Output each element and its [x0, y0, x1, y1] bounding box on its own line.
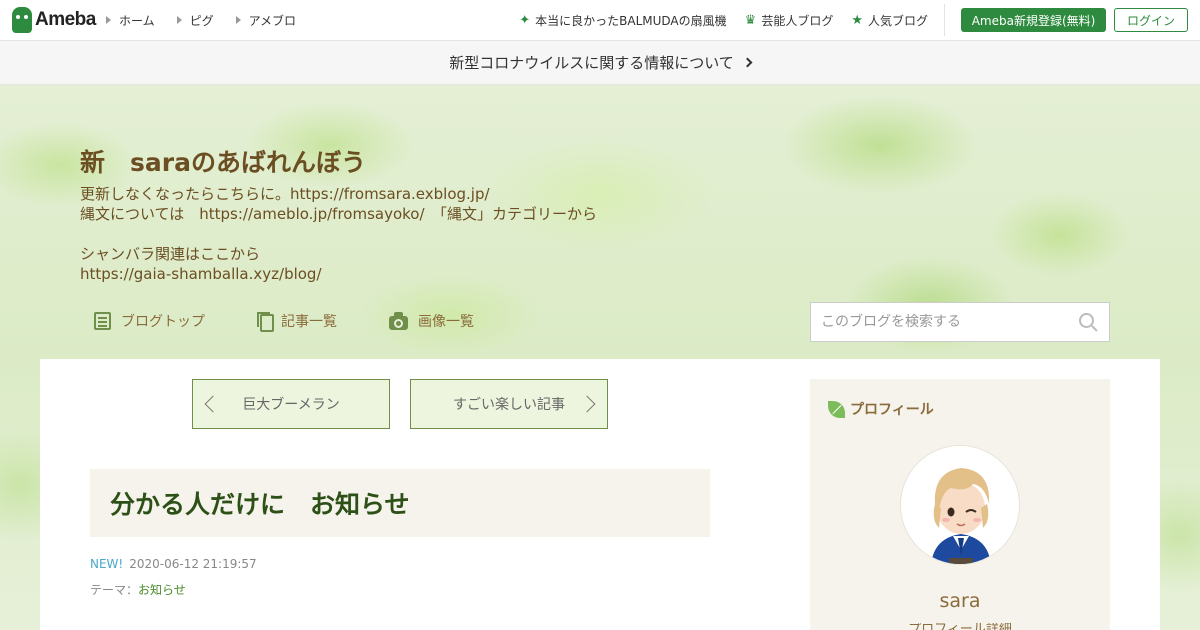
profile-widget: プロフィール sara プロフィール詳細 [810, 379, 1110, 630]
new-badge: NEW! [90, 557, 124, 571]
article-date: 2020-06-12 21:19:57 [129, 557, 257, 571]
blog-nav-label: 記事一覧 [281, 314, 337, 330]
chevron-right-icon [578, 395, 596, 413]
camera-icon [389, 311, 408, 330]
nav-item-label: ピグ [189, 13, 214, 28]
nav-item-label: ホーム [119, 13, 155, 28]
profile-name[interactable]: sara [810, 590, 1110, 612]
logo-text: Ameba [35, 9, 96, 30]
avatar-illustration [901, 446, 1019, 564]
document-icon [94, 312, 111, 330]
link-label: 人気ブログ [867, 13, 928, 28]
copy-icon [257, 312, 274, 332]
nav-item-home[interactable]: ホーム [106, 12, 155, 29]
header-right-links: ✦ 本当に良かったBALMUDAの扇風機 ♛ 芸能人ブログ ★ 人気ブログ [519, 0, 928, 40]
next-article-label: すごい楽しい記事 [453, 397, 565, 413]
nav-item-ameblo[interactable]: アメブロ [235, 12, 297, 29]
login-button[interactable]: ログイン [1114, 8, 1188, 32]
blog-title[interactable]: 新 saraのあばれんぼう [80, 143, 366, 179]
blog-description: 更新しなくなったらこちらに。https://fromsara.exblog.jp… [80, 185, 598, 283]
triangle-right-icon [106, 16, 111, 24]
top-bar: Ameba ホーム ピグ アメブロ ✦ 本当に良かったBALMUDAの扇風機 ♛ 芸… [0, 0, 1200, 41]
next-article-button[interactable]: すごい楽しい記事 [410, 379, 608, 429]
blog-nav-entries[interactable]: 記事一覧 [257, 311, 337, 332]
blog-nav-images[interactable]: 画像一覧 [389, 311, 474, 331]
link-label: 本当に良かったBALMUDAの扇風機 [535, 13, 727, 28]
triangle-right-icon [235, 16, 241, 24]
theme-prefix: テーマ： [90, 583, 139, 597]
ameba-logo-icon [12, 7, 32, 33]
article-header: 分かる人だけに お知らせ [90, 469, 710, 537]
article-meta: NEW! 2020-06-12 21:19:57 [90, 557, 257, 571]
link-popular-blogs[interactable]: ★ 人気ブログ [851, 12, 928, 29]
sparkle-icon: ✦ [519, 12, 531, 28]
article-title[interactable]: 分かる人だけに お知らせ [110, 485, 410, 521]
nav-item-pigg[interactable]: ピグ [176, 12, 214, 29]
prev-article-button[interactable]: 巨大ブーメラン [192, 379, 390, 429]
search-icon[interactable] [1075, 309, 1101, 335]
notice-text: 新型コロナウイルスに関する情報について [449, 54, 734, 72]
blog-nav-label: ブログトップ [121, 314, 205, 330]
blog-search-input[interactable] [811, 303, 1075, 341]
blog-nav-top[interactable]: ブログトップ [94, 311, 205, 331]
profile-heading-text: プロフィール [850, 402, 934, 418]
blog-search [810, 302, 1110, 342]
blog-nav-label: 画像一覧 [418, 314, 474, 330]
triangle-right-icon [176, 16, 182, 24]
main-content: 巨大ブーメラン すごい楽しい記事 分かる人だけに お知らせ NEW! 2020-… [40, 359, 1160, 630]
ameba-logo[interactable]: Ameba [12, 7, 96, 33]
global-nav: ホーム ピグ アメブロ [106, 0, 296, 40]
profile-detail-link[interactable]: プロフィール詳細 [810, 623, 1110, 630]
leaf-icon [828, 400, 845, 418]
covid-notice-link[interactable]: 新型コロナウイルスに関する情報について [0, 41, 1200, 85]
chevron-left-icon [204, 395, 222, 413]
chevron-right-icon [742, 57, 753, 68]
blog-nav: ブログトップ 記事一覧 画像一覧 [94, 311, 526, 332]
profile-heading: プロフィール [828, 399, 934, 419]
avatar[interactable] [900, 445, 1020, 565]
star-icon: ★ [851, 12, 863, 28]
register-button[interactable]: Ameba新規登録(無料) [961, 8, 1106, 32]
link-balmuda[interactable]: ✦ 本当に良かったBALMUDAの扇風機 [519, 12, 726, 29]
nav-item-label: アメブロ [248, 13, 297, 28]
article-theme: テーマ：お知らせ [90, 581, 186, 598]
header-divider [944, 4, 945, 36]
crown-icon: ♛ [744, 12, 757, 28]
link-celebrity-blogs[interactable]: ♛ 芸能人ブログ [745, 12, 834, 29]
link-label: 芸能人ブログ [761, 13, 834, 28]
theme-link[interactable]: お知らせ [138, 583, 186, 597]
prev-article-label: 巨大ブーメラン [242, 397, 340, 413]
